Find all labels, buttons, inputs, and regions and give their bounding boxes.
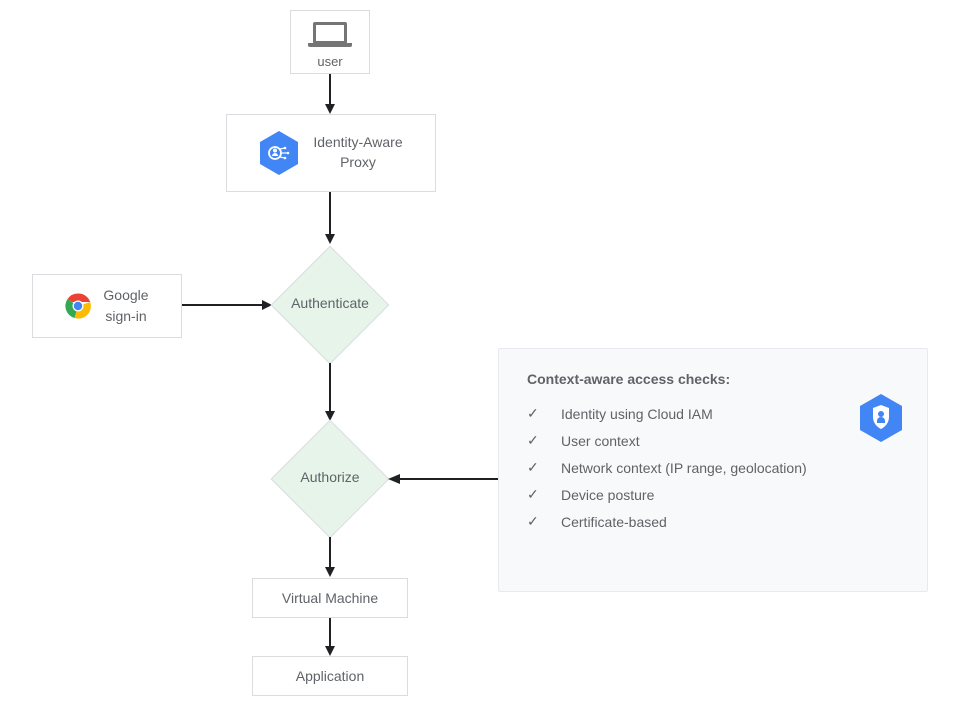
vm-node: Virtual Machine [252,578,408,618]
checks-item: ✓Certificate-based [527,513,899,530]
chrome-icon [65,293,91,319]
arrow-authorize-to-vm [325,537,335,577]
arrow-auth-to-authorize [325,363,335,421]
authenticate-node: Authenticate [270,245,390,365]
check-icon: ✓ [527,405,541,422]
iap-hex-icon [259,130,299,176]
check-icon: ✓ [527,459,541,476]
check-icon: ✓ [527,432,541,449]
check-icon: ✓ [527,513,541,530]
arrow-iap-to-auth [325,192,335,244]
app-label: Application [296,668,365,684]
google-signin-node: Googlesign-in [32,274,182,338]
checks-item: ✓Device posture [527,486,899,503]
checks-item: ✓Identity using Cloud IAM [527,405,899,422]
checks-list: ✓Identity using Cloud IAM ✓User context … [527,405,899,530]
arrow-vm-to-app [325,618,335,656]
signin-label: Googlesign-in [103,285,148,327]
authenticate-label: Authenticate [270,295,390,311]
arrow-checks-to-authorize [388,474,498,484]
checks-item: ✓Network context (IP range, geolocation) [527,459,899,476]
arrow-user-to-iap [325,74,335,114]
context-checks-panel: Context-aware access checks: ✓Identity u… [498,348,928,592]
user-label: user [317,54,342,69]
arrow-signin-to-auth [182,300,272,310]
iap-node: Identity-Aware Proxy [226,114,436,192]
checks-item: ✓User context [527,432,899,449]
authorize-label: Authorize [270,469,390,485]
vm-label: Virtual Machine [282,590,378,606]
checks-title: Context-aware access checks: [527,371,899,387]
authorize-node: Authorize [270,419,390,539]
app-node: Application [252,656,408,696]
check-icon: ✓ [527,486,541,503]
laptop-icon [308,22,352,50]
security-hex-icon [859,393,903,443]
iap-label: Identity-Aware Proxy [313,133,402,172]
user-node: user [290,10,370,74]
